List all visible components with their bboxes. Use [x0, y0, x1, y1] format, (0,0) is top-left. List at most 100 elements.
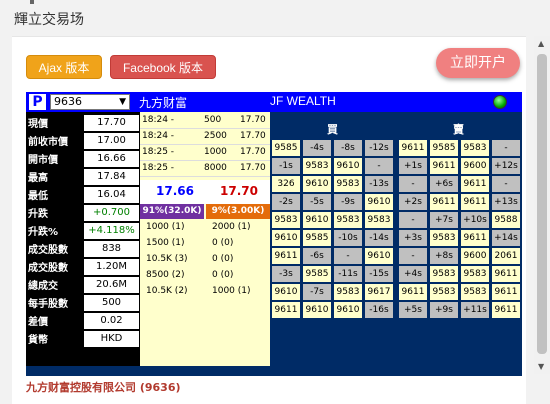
trade-time: 18:25 - — [142, 163, 175, 173]
quote-value: +4.118% — [84, 223, 139, 239]
scroll-down-icon[interactable]: ▼ — [538, 362, 544, 371]
vertical-scrollbar[interactable]: ▲ ▼ — [534, 36, 550, 374]
queue-ask: 0 (0) — [212, 270, 234, 280]
broker-cell: 9611 — [272, 248, 300, 264]
broker-cell: 9583 — [430, 266, 458, 282]
broker-cell: - — [334, 248, 362, 264]
broker-cell: 9610 — [334, 302, 362, 318]
scrollbar-thumb[interactable] — [537, 54, 547, 354]
broker-cell: 9600 — [461, 248, 489, 264]
quote-label: 最低 — [28, 191, 48, 202]
quote-row: 升跌% +4.118% — [26, 222, 140, 240]
broker-cell: +9s — [430, 302, 458, 318]
broker-cell: 9611 — [430, 158, 458, 174]
trade-qty: 8000 — [204, 163, 227, 173]
quote-row: 貨幣 HKD — [26, 330, 140, 348]
broker-cell: +13s — [492, 194, 520, 210]
broker-cell: 9611 — [492, 284, 520, 300]
queue-ask: 0 (0) — [212, 254, 234, 264]
broker-cell: +8s — [430, 248, 458, 264]
queue-ask: 2000 (1) — [212, 222, 251, 232]
bid-price: 17.66 — [156, 184, 194, 198]
trade-price: 17.70 — [240, 131, 266, 141]
broker-cell: -14s — [365, 230, 393, 246]
broker-cell: 9610 — [365, 194, 393, 210]
quote-value: +0.700 — [84, 205, 139, 221]
stock-code-value: 9636 — [54, 95, 82, 108]
quote-label: 成交股數 — [28, 263, 68, 274]
facebook-version-button[interactable]: Facebook 版本 — [110, 55, 216, 79]
broker-cell: -1s — [272, 158, 300, 174]
broker-cell: 9583 — [334, 176, 362, 192]
broker-cell: 2061 — [492, 248, 520, 264]
broker-cell: 9611 — [272, 302, 300, 318]
quote-value: 16.66 — [84, 151, 139, 167]
broker-cell: 9610 — [303, 302, 331, 318]
broker-cell: -9s — [334, 194, 362, 210]
broker-cell: 9610 — [303, 212, 331, 228]
company-footer-link[interactable]: 九方财富控股有限公司 (9636) — [26, 379, 181, 395]
queue-ask: 0 (0) — [212, 238, 234, 248]
trade-time: 18:24 - — [142, 115, 175, 125]
quote-value: HKD — [84, 331, 139, 347]
broker-cell: +1s — [399, 158, 427, 174]
quote-value: 20.6M — [84, 277, 139, 293]
open-account-button[interactable]: 立即开户 — [436, 48, 520, 78]
quote-label: 前收市價 — [28, 137, 68, 148]
quote-label: 貨幣 — [28, 335, 48, 346]
trade-row: 18:25 - 1000 17.70 — [140, 146, 270, 161]
broker-cell: 9617 — [365, 284, 393, 300]
quote-row: 升跌 +0.700 — [26, 204, 140, 222]
quote-table: 現價 17.70 前收市價 17.00 開市價 16.66 最高 17.84 最低 16.04 升跌… — [26, 112, 140, 366]
bid-percent: 91%(32.0K) — [140, 204, 204, 219]
broker-cell: 9585 — [303, 266, 331, 282]
trade-price: 17.70 — [240, 115, 266, 125]
status-light-icon — [493, 95, 507, 109]
quote-row: 現價 17.70 — [26, 114, 140, 132]
quote-label: 升跌 — [28, 209, 48, 220]
broker-cell: 326 — [272, 176, 300, 192]
scroll-up-icon[interactable]: ▲ — [538, 39, 544, 48]
broker-cell: -13s — [365, 176, 393, 192]
trade-row: 18:24 - 2500 17.70 — [140, 130, 270, 145]
quote-label: 現價 — [28, 119, 48, 130]
ajax-version-button[interactable]: Ajax 版本 — [26, 55, 102, 79]
queue-bid: 10.5K (3) — [146, 254, 188, 264]
broker-cell: +2s — [399, 194, 427, 210]
stock-code-select[interactable]: 9636 ▼ — [50, 94, 130, 110]
trade-qty: 1000 — [204, 147, 227, 157]
broker-cell: 9611 — [461, 194, 489, 210]
queue-bid: 10.5K (2) — [146, 286, 188, 296]
broker-cell: -10s — [334, 230, 362, 246]
broker-cell: -5s — [303, 194, 331, 210]
broker-cell: 9583 — [461, 140, 489, 156]
broker-cell: 9583 — [430, 230, 458, 246]
broker-cell: +3s — [399, 230, 427, 246]
page: 輝立交易场 Ajax 版本 Facebook 版本 立即开户 P 9636 ▼ … — [0, 0, 550, 404]
quote-label: 每手股數 — [28, 299, 68, 310]
broker-cell: +10s — [461, 212, 489, 228]
quote-row: 開市價 16.66 — [26, 150, 140, 168]
queue-row: 1000 (1) 2000 (1) — [140, 220, 270, 236]
trade-qty: 2500 — [204, 131, 227, 141]
top-divider — [30, 0, 34, 4]
quote-value: 17.00 — [84, 133, 139, 149]
broker-cell: -4s — [303, 140, 331, 156]
broker-cell: 9611 — [461, 230, 489, 246]
queue-bid: 8500 (2) — [146, 270, 185, 280]
broker-cell: 9583 — [272, 212, 300, 228]
broker-cell: -11s — [334, 266, 362, 282]
broker-cell: +5s — [399, 302, 427, 318]
quote-value: 17.70 — [84, 115, 139, 131]
broker-cell: 9610 — [303, 176, 331, 192]
broker-cell: 9585 — [430, 140, 458, 156]
queue-bid: 1500 (1) — [146, 238, 185, 248]
quote-label: 成交股數 — [28, 245, 68, 256]
sell-header: 賣 — [453, 123, 464, 136]
ask-percent: 9%(3.00K) — [206, 204, 270, 219]
chevron-down-icon: ▼ — [119, 97, 126, 107]
trade-time: 18:24 - — [142, 131, 175, 141]
quote-label: 最高 — [28, 173, 48, 184]
broker-cell: - — [399, 176, 427, 192]
broker-cell: 9611 — [461, 176, 489, 192]
